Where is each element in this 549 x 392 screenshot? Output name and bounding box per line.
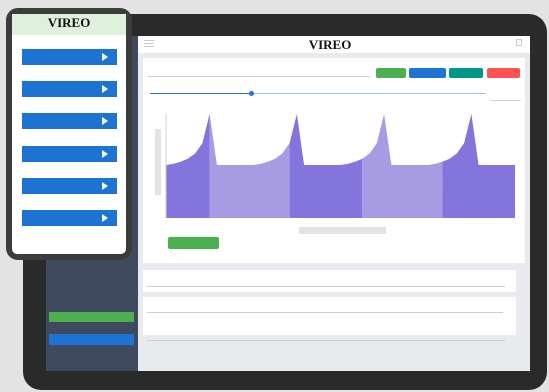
slider-value-placeholder <box>491 100 521 101</box>
area-segment-4 <box>362 114 443 218</box>
detail-card <box>143 297 516 335</box>
toolbar-button-blue[interactable] <box>409 68 446 78</box>
slider-handle[interactable] <box>249 91 254 96</box>
phone-menu-item-4[interactable] <box>22 146 117 162</box>
play-arrow-icon <box>102 214 108 222</box>
area-segment-3 <box>289 114 363 218</box>
phone-menu-item-3[interactable] <box>22 113 117 129</box>
area-segment-5 <box>442 114 515 218</box>
slider-fill <box>150 93 251 94</box>
play-arrow-icon <box>102 117 108 125</box>
play-arrow-icon <box>102 150 108 158</box>
detail-card-line <box>147 312 503 313</box>
area-segment-1 <box>166 114 210 218</box>
toolbar-button-green[interactable] <box>376 68 406 78</box>
area-segment-2 <box>209 114 290 218</box>
info-card-line <box>147 286 505 287</box>
phone-menu-item-2[interactable] <box>22 81 117 97</box>
phone-menu-item-5[interactable] <box>22 178 117 194</box>
phone-menu-item-6[interactable] <box>22 210 117 226</box>
sidebar-button-green[interactable] <box>49 312 134 322</box>
info-card <box>143 270 516 292</box>
brand-title: VIREO <box>308 37 352 52</box>
footer-divider <box>147 340 505 341</box>
play-arrow-icon <box>102 182 108 190</box>
x-axis-label-placeholder <box>299 227 386 234</box>
phone-brand-title: VIREO <box>47 15 91 30</box>
toolbar-button-teal[interactable] <box>449 68 483 78</box>
play-arrow-icon <box>102 53 108 61</box>
hamburger-icon[interactable] <box>144 40 154 48</box>
export-icon[interactable] <box>516 39 522 46</box>
phone-menu-item-1[interactable] <box>22 49 117 65</box>
area-chart <box>165 114 515 218</box>
chart-action-button[interactable] <box>168 237 219 249</box>
card-title-placeholder <box>148 76 370 77</box>
toolbar-button-red[interactable] <box>487 68 520 78</box>
sidebar-button-blue[interactable] <box>49 334 134 345</box>
play-arrow-icon <box>102 85 108 93</box>
